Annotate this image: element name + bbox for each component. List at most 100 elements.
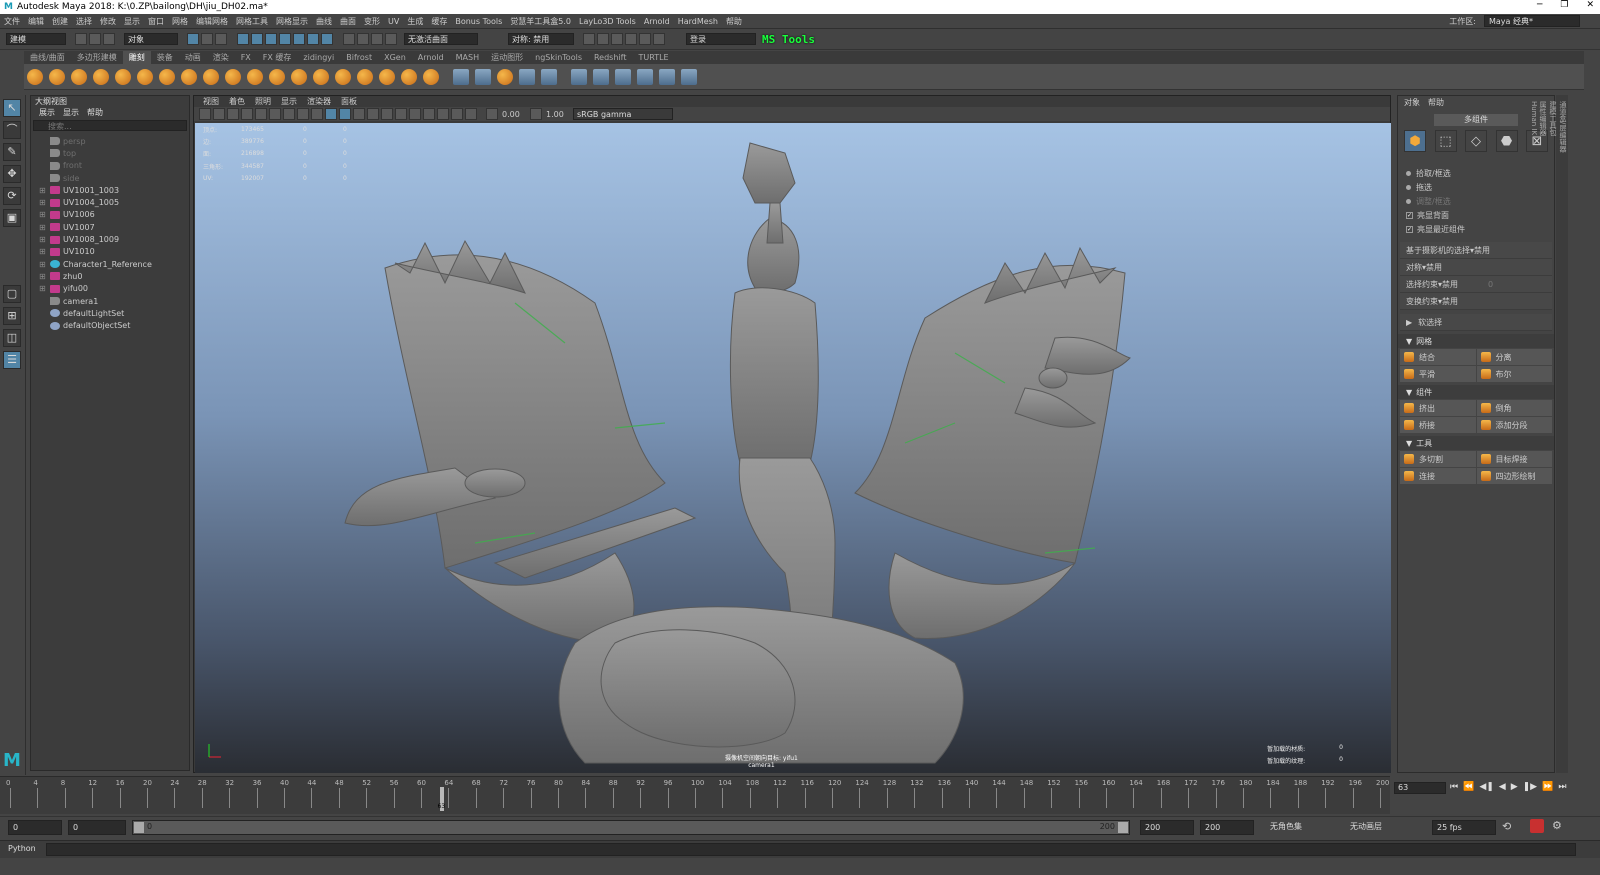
outliner-search-input[interactable]: 搜索... xyxy=(33,120,187,131)
snap-view-icon[interactable] xyxy=(279,33,291,45)
menu-item[interactable]: 窗口 xyxy=(144,16,168,27)
shelf-tool-icon[interactable] xyxy=(541,68,557,85)
film-gate-icon[interactable] xyxy=(255,108,267,120)
outliner-layout-icon[interactable]: ☰ xyxy=(3,351,21,369)
shelf-tool-icon[interactable] xyxy=(615,68,631,85)
anim-prefs-icon[interactable]: ⚙ xyxy=(1552,819,1562,832)
menu-item[interactable]: 编辑 xyxy=(24,16,48,27)
range-end-handle[interactable] xyxy=(1118,822,1128,833)
side-tab[interactable]: 建模工具包 xyxy=(1548,101,1558,767)
scale-tool-icon[interactable]: ▣ xyxy=(3,209,21,227)
menu-item[interactable]: 帮助 xyxy=(722,16,746,27)
object-mode-icon[interactable]: ⬢ xyxy=(1404,130,1426,152)
shelf-tab[interactable]: 曲线/曲面 xyxy=(24,51,71,64)
render-settings-icon[interactable] xyxy=(611,33,623,45)
shelf-tool-icon[interactable] xyxy=(71,68,87,85)
current-frame-field[interactable]: 63 xyxy=(1394,782,1446,794)
shelf-tool-icon[interactable] xyxy=(475,68,491,85)
gamma-field[interactable]: 1.00 xyxy=(543,110,573,119)
shelf-tab[interactable]: 运动图形 xyxy=(485,51,529,64)
shelf-tool-icon[interactable] xyxy=(313,68,329,85)
open-scene-icon[interactable] xyxy=(89,33,101,45)
outliner-item[interactable]: ⊞ UV1010 xyxy=(31,246,189,258)
lights-icon[interactable] xyxy=(381,108,393,120)
x-ray-icon[interactable] xyxy=(451,108,463,120)
shelf-tab[interactable]: FX xyxy=(235,51,257,64)
outliner-item[interactable]: ⊞ UV1004_1005 xyxy=(31,196,189,208)
fps-dropdown[interactable]: 25 fps xyxy=(1432,820,1496,835)
shelf-tool-icon[interactable] xyxy=(203,68,219,85)
shelf-tab[interactable]: 渲染 xyxy=(207,51,235,64)
playback-start-field[interactable]: 0 xyxy=(68,820,126,835)
menu-item[interactable]: 选择 xyxy=(72,16,96,27)
viewport-menu-item[interactable]: 着色 xyxy=(224,96,250,107)
render-frame-icon[interactable] xyxy=(583,33,595,45)
safe-action-icon[interactable] xyxy=(297,108,309,120)
script-language-label[interactable]: Python xyxy=(8,844,36,853)
textured-icon[interactable] xyxy=(367,108,379,120)
snap-grid-icon[interactable] xyxy=(237,33,249,45)
menu-item[interactable]: 修改 xyxy=(96,16,120,27)
menu-item[interactable]: 文件 xyxy=(0,16,24,27)
select-tool-icon[interactable]: ↖ xyxy=(3,99,21,117)
shelf-tab[interactable]: MASH xyxy=(450,51,485,64)
snap-live-icon[interactable] xyxy=(307,33,319,45)
anim-start-field[interactable]: 0 xyxy=(8,820,62,835)
viewport-menu-item[interactable]: 视图 xyxy=(198,96,224,107)
outliner-item[interactable]: ⊞ UV1001_1003 xyxy=(31,184,189,196)
toolkit-button[interactable]: 结合 xyxy=(1400,349,1476,365)
expand-toggle-icon[interactable]: ⊞ xyxy=(39,198,47,207)
outliner-menu-help[interactable]: 帮助 xyxy=(83,107,107,118)
gamma-icon[interactable] xyxy=(530,108,542,120)
isolate-select-icon[interactable] xyxy=(437,108,449,120)
shelf-tool-icon[interactable] xyxy=(27,68,43,85)
expand-toggle-icon[interactable]: ⊞ xyxy=(39,260,47,269)
playback-button[interactable]: ⏮ xyxy=(1450,782,1458,792)
lasso-tool-icon[interactable]: ⌒ xyxy=(3,121,21,139)
anti-aliasing-icon[interactable] xyxy=(423,108,435,120)
menu-set-dropdown[interactable]: 建模 xyxy=(6,33,66,45)
expand-toggle-icon[interactable]: ⊞ xyxy=(39,186,47,195)
shelf-tab[interactable]: Bifrost xyxy=(340,51,378,64)
shelf-tool-icon[interactable] xyxy=(49,68,65,85)
command-input[interactable] xyxy=(46,843,1576,856)
face-mode-icon[interactable]: ⬣ xyxy=(1495,130,1518,152)
shelf-tab[interactable]: 动画 xyxy=(179,51,207,64)
shelf-tab[interactable]: 多边形建模 xyxy=(71,51,123,64)
menu-item[interactable]: 网格工具 xyxy=(232,16,272,27)
playback-button[interactable]: ▶ xyxy=(1511,782,1518,792)
toolkit-button[interactable]: 平滑 xyxy=(1400,366,1476,382)
shelf-tool-icon[interactable] xyxy=(637,68,653,85)
anim-end-field[interactable]: 200 xyxy=(1200,820,1254,835)
shelf-tool-icon[interactable] xyxy=(181,68,197,85)
smooth-shade-icon[interactable] xyxy=(339,108,351,120)
menu-item[interactable]: Arnold xyxy=(640,17,674,26)
shelf-tab[interactable]: 装备 xyxy=(151,51,179,64)
outliner-item[interactable]: defaultLightSet xyxy=(31,307,189,319)
workspace-dropdown[interactable]: Maya 经典* xyxy=(1484,15,1580,27)
x-ray-joints-icon[interactable] xyxy=(465,108,477,120)
outliner-item[interactable]: front xyxy=(31,160,189,172)
login-dropdown[interactable]: 登录 xyxy=(686,33,756,45)
shadows-icon[interactable] xyxy=(395,108,407,120)
shelf-tab[interactable]: TURTLE xyxy=(632,51,674,64)
construction-history-icon[interactable] xyxy=(385,33,397,45)
shelf-tool-icon[interactable] xyxy=(571,68,587,85)
pause-icon[interactable] xyxy=(653,33,665,45)
menu-item[interactable]: 缓存 xyxy=(427,16,451,27)
expand-toggle-icon[interactable]: ⊞ xyxy=(39,223,47,232)
ipr-render-icon[interactable] xyxy=(597,33,609,45)
shelf-tool-icon[interactable] xyxy=(357,68,373,85)
shelf-tab[interactable]: ngSkinTools xyxy=(529,51,588,64)
render-view-icon[interactable] xyxy=(639,33,651,45)
toolkit-button[interactable]: 连接 xyxy=(1400,468,1476,484)
outliner-item[interactable]: ⊞ UV1007 xyxy=(31,221,189,233)
save-scene-icon[interactable] xyxy=(103,33,115,45)
outliner-item[interactable]: side xyxy=(31,172,189,184)
shelf-tool-icon[interactable] xyxy=(269,68,285,85)
character-set-dropdown[interactable]: 无角色集 xyxy=(1266,820,1336,835)
menu-item[interactable]: 网格显示 xyxy=(272,16,312,27)
image-plane-icon[interactable] xyxy=(227,108,239,120)
select-object-icon[interactable] xyxy=(201,33,213,45)
camera-attr-icon[interactable] xyxy=(199,108,211,120)
